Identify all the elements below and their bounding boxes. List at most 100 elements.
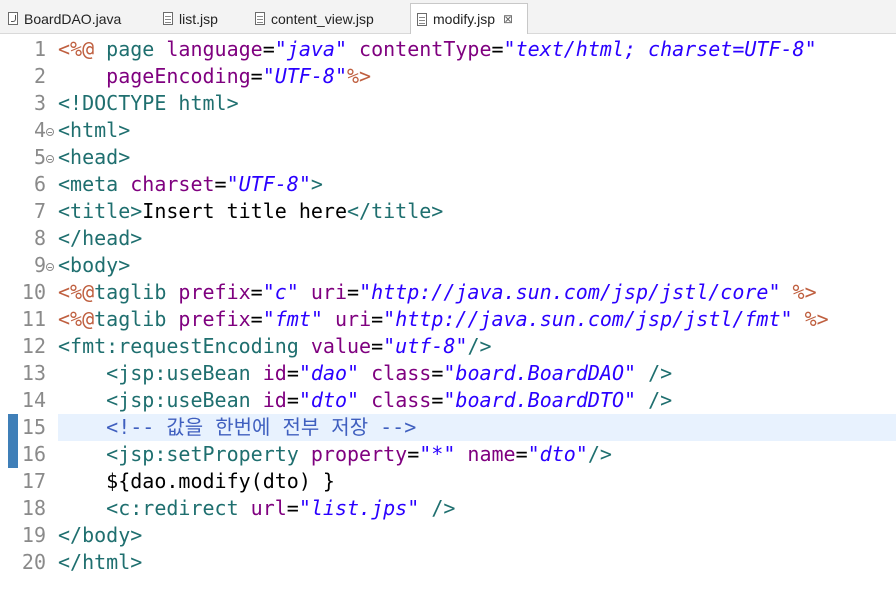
code-editor[interactable]: 1 <%@ page language="java" contentType="t… xyxy=(0,34,896,589)
code-text[interactable]: <%@taglib prefix="c" uri="http://java.su… xyxy=(58,279,896,306)
code-text[interactable]: ${dao.modify(dto) } xyxy=(58,468,896,495)
java-file-icon xyxy=(8,12,18,25)
code-text[interactable]: <%@taglib prefix="fmt" uri="http://java.… xyxy=(58,306,896,333)
code-text[interactable]: </head> xyxy=(58,225,896,252)
code-token: "dto" xyxy=(298,388,360,412)
code-line[interactable]: 8 </head> xyxy=(0,225,896,252)
code-token: "text/html; charset=UTF-8" xyxy=(503,37,817,61)
code-token: id xyxy=(262,388,287,412)
code-line[interactable]: 9 <body> xyxy=(0,252,896,279)
code-text[interactable]: <head> xyxy=(58,144,896,171)
code-line[interactable]: 2 pageEncoding="UTF-8"%> xyxy=(0,63,896,90)
tab-list-jsp[interactable]: list.jsp xyxy=(163,4,248,33)
code-token: = xyxy=(214,172,227,196)
code-token: = xyxy=(286,361,299,385)
code-text[interactable]: </html> xyxy=(58,549,896,576)
code-token: "dto" xyxy=(527,442,588,466)
code-token: %> xyxy=(792,280,817,304)
code-token: </head> xyxy=(58,226,143,250)
line-number: 16 xyxy=(21,442,46,466)
tab-label: BoardDAO.java xyxy=(24,10,122,27)
code-text[interactable]: pageEncoding="UTF-8"%> xyxy=(58,63,896,90)
code-text[interactable]: <jsp:useBean id="dto" class="board.Board… xyxy=(58,387,896,414)
code-token: prefix xyxy=(178,307,251,331)
fold-toggle-icon[interactable] xyxy=(46,263,54,271)
code-token: = xyxy=(515,442,528,466)
code-line[interactable]: 5 <head> xyxy=(0,144,896,171)
jsp-file-icon xyxy=(163,12,173,25)
line-number: 18 xyxy=(21,496,46,520)
line-number: 3 xyxy=(33,91,46,115)
code-token: "dao" xyxy=(298,361,360,385)
code-text[interactable]: <c:redirect url="list.jps" /> xyxy=(58,495,896,522)
code-text[interactable]: <!DOCTYPE html> xyxy=(58,90,896,117)
code-token: uri xyxy=(310,280,348,304)
code-token: = xyxy=(431,388,444,412)
line-number: 12 xyxy=(21,334,46,358)
code-token: %> xyxy=(347,64,372,88)
line-number: 7 xyxy=(33,199,46,223)
line-number: 6 xyxy=(33,172,46,196)
tab-content-view-jsp[interactable]: content_view.jsp xyxy=(255,4,405,33)
code-line[interactable]: 15 <!-- 값을 한번에 전부 저장 --> xyxy=(0,414,896,441)
jsp-file-icon xyxy=(255,12,265,25)
code-text[interactable]: <jsp:useBean id="dao" class="board.Board… xyxy=(58,360,896,387)
code-line[interactable]: 13 <jsp:useBean id="dao" class="board.Bo… xyxy=(0,360,896,387)
code-line[interactable]: 4 <html> xyxy=(0,117,896,144)
code-token: /> xyxy=(648,361,673,385)
code-line[interactable]: 16 <jsp:setProperty property="*" name="d… xyxy=(0,441,896,468)
code-token: = xyxy=(407,442,420,466)
code-line[interactable]: 17 ${dao.modify(dto) } xyxy=(0,468,896,495)
code-token: </title> xyxy=(347,199,444,223)
line-number: 5 xyxy=(33,145,46,169)
code-token: taglib xyxy=(94,307,179,331)
code-line[interactable]: 7 <title>Insert title here</title> xyxy=(0,198,896,225)
code-token: value xyxy=(310,334,372,358)
line-number: 11 xyxy=(21,307,46,331)
fold-toggle-icon[interactable] xyxy=(46,155,54,163)
code-token: = xyxy=(371,307,384,331)
code-line[interactable]: 6 <meta charset="UTF-8"> xyxy=(0,171,896,198)
code-token: ${dao.modify(dto) } xyxy=(58,469,335,493)
code-token: pageEncoding xyxy=(106,64,251,88)
code-token: charset xyxy=(130,172,215,196)
close-icon[interactable]: ⊠ xyxy=(503,12,513,26)
code-text[interactable]: <meta charset="UTF-8"> xyxy=(58,171,896,198)
code-line[interactable]: 20 </html> xyxy=(0,549,896,576)
code-line[interactable]: 3 <!DOCTYPE html> xyxy=(0,90,896,117)
code-token: = xyxy=(491,37,504,61)
code-text[interactable]: <jsp:setProperty property="*" name="dto"… xyxy=(58,441,896,468)
code-text[interactable]: <html> xyxy=(58,117,896,144)
code-text[interactable]: </body> xyxy=(58,522,896,549)
code-line[interactable]: 11 <%@taglib prefix="fmt" uri="http://jav… xyxy=(0,306,896,333)
code-token: = xyxy=(286,496,299,520)
tab-boarddao-java[interactable]: BoardDAO.java xyxy=(8,4,158,33)
line-number: 19 xyxy=(21,523,46,547)
code-token: "UTF-8" xyxy=(262,64,348,88)
code-token: "list.jps" xyxy=(298,496,420,520)
code-text[interactable]: <!-- 값을 한번에 전부 저장 --> xyxy=(58,414,896,441)
code-text[interactable]: <%@ page language="java" contentType="te… xyxy=(58,36,896,63)
code-text[interactable]: <fmt:requestEncoding value="utf-8"/> xyxy=(58,333,896,360)
code-text[interactable]: <body> xyxy=(58,252,896,279)
code-line[interactable]: 19 </body> xyxy=(0,522,896,549)
code-text[interactable]: <title>Insert title here</title> xyxy=(58,198,896,225)
code-line[interactable]: 14 <jsp:useBean id="dto" class="board.Bo… xyxy=(0,387,896,414)
code-token: > xyxy=(310,172,323,196)
code-token: <head> xyxy=(58,145,131,169)
code-line[interactable]: 18 <c:redirect url="list.jps" /> xyxy=(0,495,896,522)
code-line[interactable]: 12 <fmt:requestEncoding value="utf-8"/> xyxy=(0,333,896,360)
fold-toggle-icon[interactable] xyxy=(46,128,54,136)
line-number: 13 xyxy=(21,361,46,385)
tab-modify-jsp[interactable]: modify.jsp ⊠ xyxy=(410,3,528,34)
code-token: "c" xyxy=(262,280,299,304)
code-line[interactable]: 1 <%@ page language="java" contentType="t… xyxy=(0,36,896,63)
code-line[interactable]: 10 <%@taglib prefix="c" uri="http://java.… xyxy=(0,279,896,306)
